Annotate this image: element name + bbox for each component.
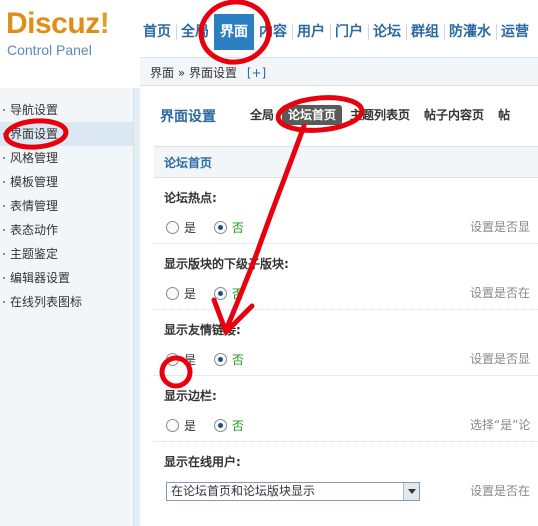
setting-row-forum-hot: 论坛热点: 是 否 设置是否显 bbox=[154, 178, 538, 244]
setting-row-online-users: 显示在线用户: 在论坛首页和论坛版块显示 设置是否在 bbox=[154, 442, 538, 510]
sidebar: 导航设置 界面设置 风格管理 模板管理 表情管理 表态动作 主题鉴定 编辑器设置… bbox=[0, 88, 134, 526]
setting-label: 显示友情链接: bbox=[164, 323, 241, 337]
sidebar-item-thread-stamps[interactable]: 主题鉴定 bbox=[0, 242, 133, 266]
setting-row-sub-forums: 显示版块的下级子版块: 是 否 设置是否在 bbox=[154, 244, 538, 310]
setting-hint: 设置是否显 bbox=[470, 220, 531, 234]
header: Discuz! Control Panel 首页 全局 界面 内容 用户 门户 … bbox=[0, 0, 538, 88]
setting-label: 显示版块的下级子版块: bbox=[164, 257, 289, 271]
setting-label: 显示在线用户: bbox=[164, 455, 241, 469]
radio-group: 是 否 设置是否在 bbox=[154, 276, 538, 310]
chevron-down-icon[interactable] bbox=[403, 483, 419, 500]
radio-no[interactable] bbox=[213, 353, 227, 366]
radio-yes-label: 是 bbox=[184, 418, 197, 433]
top-navigation: 首页 全局 界面 内容 用户 门户 论坛 群组 防灌水 运营 bbox=[138, 14, 534, 50]
settings-panel: 论坛首页 论坛热点: 是 否 设置是否显 显示版块的下级子版块: 是 否 设置是… bbox=[154, 146, 538, 526]
setting-label: 显示边栏: bbox=[164, 389, 217, 403]
radio-yes-label: 是 bbox=[184, 352, 197, 367]
radio-yes[interactable] bbox=[166, 287, 179, 300]
nav-tab-users[interactable]: 用户 bbox=[292, 14, 330, 50]
nav-tab-forum[interactable]: 论坛 bbox=[368, 14, 406, 50]
sidebar-item-template-management[interactable]: 模板管理 bbox=[0, 170, 133, 194]
select-value: 在论坛首页和论坛版块显示 bbox=[171, 484, 316, 498]
setting-hint: 选择“是”论 bbox=[470, 418, 531, 432]
setting-row-friend-links: 显示友情链接: 是 否 设置是否显 bbox=[154, 310, 538, 376]
setting-hint: 设置是否在 bbox=[470, 484, 531, 498]
sidebar-item-style-management[interactable]: 风格管理 bbox=[0, 146, 133, 170]
page-title: 界面设置 bbox=[160, 109, 216, 125]
subtab-global[interactable]: 全局 bbox=[244, 105, 280, 125]
radio-no-label: 否 bbox=[231, 352, 244, 367]
subtab-thread-list[interactable]: 主题列表页 bbox=[344, 105, 416, 125]
radio-yes[interactable] bbox=[166, 221, 179, 234]
sidebar-item-editor-settings[interactable]: 编辑器设置 bbox=[0, 266, 133, 290]
radio-no-label: 否 bbox=[231, 286, 244, 301]
setting-hint: 设置是否在 bbox=[470, 286, 531, 300]
section-header: 论坛首页 bbox=[154, 146, 538, 178]
sidebar-item-reaction-actions[interactable]: 表态动作 bbox=[0, 218, 133, 242]
sub-tabs: 全局 论坛首页 主题列表页 帖子内容页 帖 bbox=[244, 105, 518, 125]
nav-tab-portal[interactable]: 门户 bbox=[330, 14, 368, 50]
logo-subtitle: Control Panel bbox=[7, 42, 92, 58]
setting-row-sidebar: 显示边栏: 是 否 选择“是”论 bbox=[154, 376, 538, 442]
breadcrumb-bar: 界面 » 界面设置 [+] bbox=[140, 57, 538, 86]
radio-no[interactable] bbox=[213, 221, 227, 234]
nav-tab-content[interactable]: 内容 bbox=[254, 14, 292, 50]
radio-group: 是 否 选择“是”论 bbox=[154, 408, 538, 442]
main-content: 界面设置 全局 论坛首页 主题列表页 帖子内容页 帖 论坛首页 论坛热点: 是 … bbox=[140, 88, 538, 526]
control-panel-window: Discuz! Control Panel 首页 全局 界面 内容 用户 门户 … bbox=[0, 0, 538, 526]
radio-yes[interactable] bbox=[166, 353, 179, 366]
add-shortcut-link[interactable]: [+] bbox=[247, 66, 266, 80]
nav-tab-anti-spam[interactable]: 防灌水 bbox=[444, 14, 496, 50]
radio-yes-label: 是 bbox=[184, 220, 197, 235]
subtab-forum-index[interactable]: 论坛首页 bbox=[282, 105, 343, 125]
logo: Discuz! Control Panel bbox=[6, 7, 110, 59]
sidebar-item-emoticon-management[interactable]: 表情管理 bbox=[0, 194, 133, 218]
sidebar-item-interface-settings[interactable]: 界面设置 bbox=[0, 122, 133, 146]
radio-group: 是 否 设置是否显 bbox=[154, 210, 538, 244]
subtab-post-content[interactable]: 帖子内容页 bbox=[418, 105, 490, 125]
nav-tab-global[interactable]: 全局 bbox=[176, 14, 214, 50]
breadcrumb: 界面 » 界面设置 [+] bbox=[150, 64, 266, 81]
setting-hint: 设置是否显 bbox=[470, 352, 531, 366]
nav-tab-interface[interactable]: 界面 bbox=[214, 14, 254, 50]
nav-tab-home[interactable]: 首页 bbox=[138, 14, 176, 50]
radio-no-label: 否 bbox=[231, 418, 244, 433]
setting-label: 论坛热点: bbox=[164, 191, 217, 205]
subtab-more[interactable]: 帖 bbox=[492, 105, 516, 125]
sidebar-item-navigation[interactable]: 导航设置 bbox=[0, 98, 133, 122]
logo-brand: Discuz! bbox=[6, 7, 110, 40]
radio-no-label: 否 bbox=[231, 220, 244, 235]
radio-yes[interactable] bbox=[166, 419, 179, 432]
sidebar-item-online-list-icons[interactable]: 在线列表图标 bbox=[0, 290, 133, 314]
online-users-select[interactable]: 在论坛首页和论坛版块显示 bbox=[166, 482, 420, 501]
radio-no[interactable] bbox=[213, 287, 227, 300]
select-wrap: 在论坛首页和论坛版块显示 设置是否在 bbox=[154, 474, 538, 510]
radio-yes-label: 是 bbox=[184, 286, 197, 301]
radio-no[interactable] bbox=[213, 419, 227, 432]
breadcrumb-path: 界面 » 界面设置 bbox=[150, 66, 237, 80]
nav-tab-operations[interactable]: 运营 bbox=[496, 14, 534, 50]
radio-group: 是 否 设置是否显 bbox=[154, 342, 538, 376]
nav-tab-groups[interactable]: 群组 bbox=[406, 14, 444, 50]
